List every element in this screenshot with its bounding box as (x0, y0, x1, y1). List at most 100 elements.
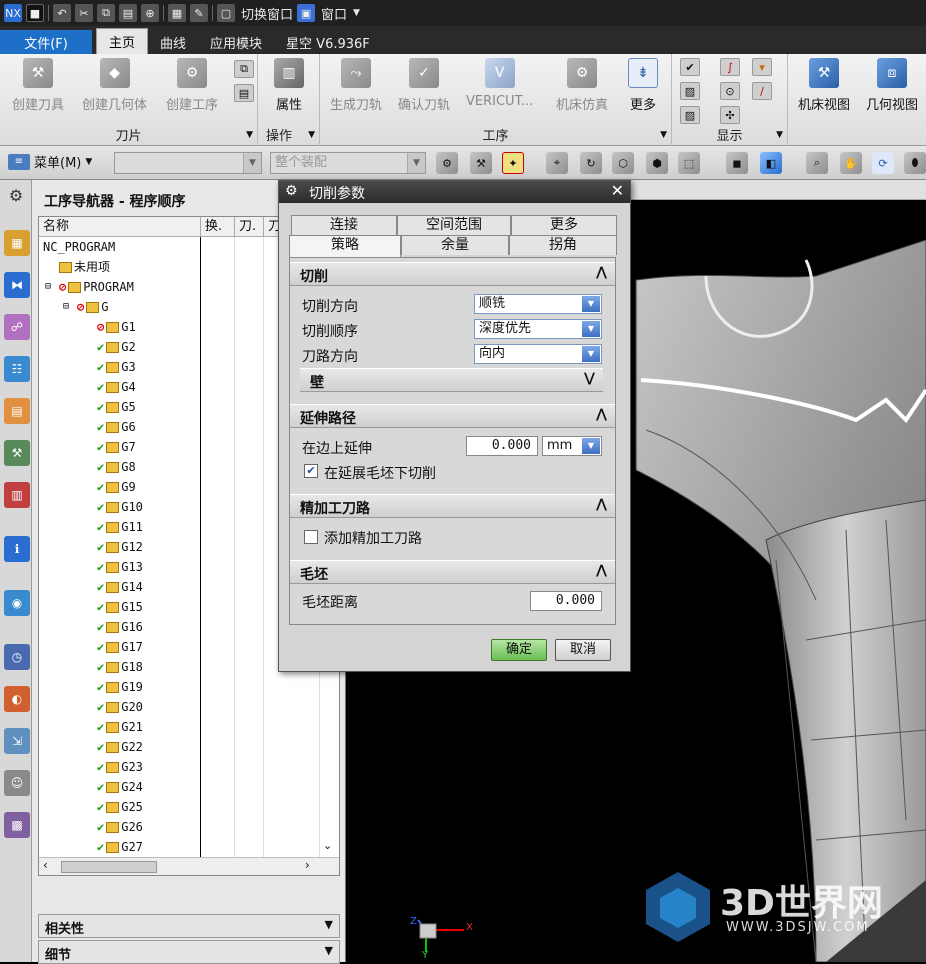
chevron-down-icon[interactable]: ▼ (325, 918, 333, 931)
section-extend-path[interactable]: 延伸路径 ⋀ (290, 404, 615, 428)
rotate-icon[interactable]: ⟳ (872, 152, 894, 174)
chevron-up-icon[interactable]: ⋀ (596, 265, 607, 280)
system-material-icon[interactable]: ▩ (4, 812, 30, 838)
tab-curve[interactable]: 曲线 (148, 30, 198, 54)
history-icon[interactable]: ◷ (4, 644, 30, 670)
tab-connections[interactable]: 连接 (291, 215, 397, 235)
touch-mode-icon[interactable]: ✎ (190, 4, 208, 22)
generate-path-button[interactable]: ⤳ 生成刀轨 (330, 58, 382, 113)
switch-window-icon[interactable]: ▢ (217, 4, 235, 22)
cube-wire-icon[interactable]: ⬢ (646, 152, 668, 174)
assembly-scope-combo[interactable]: 整个装配 ▼ (270, 152, 426, 174)
create-operation-button[interactable]: ⚙ 创建工序 (166, 58, 218, 113)
nx-logo-icon[interactable]: NX (4, 4, 22, 22)
chevron-up-icon[interactable]: ⋀ (596, 563, 607, 578)
tab-applications[interactable]: 应用模块 (198, 30, 274, 54)
tab-file[interactable]: 文件(F) (0, 30, 92, 54)
chevron-left-icon[interactable]: ‹ (43, 858, 48, 872)
cut-under-blank-checkbox[interactable]: ✔ (304, 464, 318, 478)
assembly-nav-icon[interactable]: ▦ (4, 230, 30, 256)
curve-snap-icon[interactable]: ↻ (580, 152, 602, 174)
pan-icon[interactable]: ✋ (840, 152, 862, 174)
cancel-button[interactable]: 取消 (555, 639, 611, 661)
snap-filter-icon[interactable]: ✦ (502, 152, 524, 174)
gear-icon[interactable]: ⚙ (285, 183, 298, 199)
stop-icon[interactable]: ■ (26, 4, 44, 22)
details-panel[interactable]: 细节 ▼ (38, 940, 340, 964)
chevron-down-icon[interactable]: ▼ (246, 130, 253, 140)
table-row[interactable]: ✔ G22 (39, 737, 339, 757)
zoom-icon[interactable]: ⌕ (806, 152, 828, 174)
dialog-titlebar[interactable]: ⚙ 切削参数 ✕ (279, 181, 630, 203)
column-tool[interactable]: 刀. (235, 217, 264, 236)
table-row[interactable]: ✔ G26 (39, 817, 339, 837)
select-feature-icon[interactable]: ⚙ (436, 152, 458, 174)
menu-button[interactable]: ≡ 菜单(M) ▼ (8, 152, 92, 171)
tab-corners[interactable]: 拐角 (509, 235, 617, 255)
properties-button[interactable]: ▥ 属性 (274, 58, 304, 113)
section-finish-pass[interactable]: 精加工刀路 ⋀ (290, 494, 615, 518)
tool-display-icon[interactable]: ▾ (752, 58, 772, 76)
cut-order-select[interactable]: 深度优先 ▼ (474, 319, 602, 339)
hexagon-icon[interactable]: ⬡ (612, 152, 634, 174)
more-button[interactable]: ⇟ 更多 (628, 58, 658, 113)
machine-nav-icon[interactable]: ▤ (4, 398, 30, 424)
chevron-down-icon[interactable]: ⋁ (584, 371, 595, 386)
tab-more[interactable]: 更多 (511, 215, 617, 235)
tool-library-icon[interactable]: ⚒ (4, 440, 30, 466)
display-path-icon[interactable]: ✔ (680, 58, 700, 76)
layer-icon[interactable]: ▦ (168, 4, 186, 22)
extend-edge-input[interactable]: 0.000 (466, 436, 538, 456)
gear-icon[interactable]: ⚙ (3, 182, 29, 208)
copy-tool-icon[interactable]: ⧉ (234, 60, 254, 78)
chevron-down-icon[interactable]: ▼ (308, 130, 315, 140)
solid-icon[interactable]: ◼ (726, 152, 748, 174)
tab-strategy[interactable]: 策略 (289, 235, 401, 257)
table-row[interactable]: ✔ G20 (39, 697, 339, 717)
subsection-wall[interactable]: 壁 ⋁ (300, 368, 603, 392)
type-filter-combo[interactable]: ▼ (114, 152, 262, 174)
dependencies-panel[interactable]: 相关性 ▼ (38, 914, 340, 938)
reuse-library-icon[interactable]: ▥ (4, 482, 30, 508)
web-browser-icon[interactable]: ◉ (4, 590, 30, 616)
chevron-up-icon[interactable]: ⋀ (596, 497, 607, 512)
close-icon[interactable]: ✕ (611, 181, 624, 200)
operation-nav-icon[interactable]: ☷ (4, 356, 30, 382)
add-finish-checkbox[interactable] (304, 530, 318, 544)
process-studio-icon[interactable]: ⇲ (4, 728, 30, 754)
window-menu-label[interactable]: 窗口 (321, 4, 347, 23)
horizontal-scrollbar[interactable]: ‹ › (39, 857, 339, 875)
extend-edge-unit-select[interactable]: mm ▼ (542, 436, 602, 456)
snap-point-icon[interactable]: ⌖ (546, 152, 568, 174)
verify-path-button[interactable]: ✓ 确认刀轨 (398, 58, 450, 113)
chevron-down-icon[interactable]: ▼ (660, 130, 667, 140)
role-icon[interactable]: ☺ (4, 770, 30, 796)
scroll-thumb[interactable] (61, 861, 157, 873)
table-row[interactable]: ✔ G23 (39, 757, 339, 777)
create-geometry-button[interactable]: ◆ 创建几何体 (82, 58, 147, 113)
copy-icon[interactable]: ⧉ (97, 4, 115, 22)
section-blank[interactable]: 毛坯 ⋀ (290, 560, 615, 584)
tab-stock[interactable]: 余量 (401, 235, 509, 255)
vericut-button[interactable]: V VERICUT... (466, 58, 533, 109)
select-tool-icon[interactable]: ⚒ (470, 152, 492, 174)
ok-button[interactable]: 确定 (491, 639, 547, 661)
column-name[interactable]: 名称 (39, 217, 201, 236)
transform-icon[interactable]: ⊕ (141, 4, 159, 22)
eraser-icon[interactable]: ⬮ (904, 152, 926, 174)
display-blank-icon[interactable]: ▨ (680, 82, 700, 100)
curve-icon[interactable]: ∫ (720, 58, 740, 76)
cut-icon[interactable]: ✂ (75, 4, 93, 22)
geometry-view-button[interactable]: ⧈ 几何视图 (866, 58, 918, 113)
table-row[interactable]: ✔ G27 (39, 837, 339, 857)
part-nav-icon[interactable]: ☍ (4, 314, 30, 340)
table-row[interactable]: ✔ G21 (39, 717, 339, 737)
line-icon[interactable]: / (752, 82, 772, 100)
paste-icon[interactable]: ▤ (119, 4, 137, 22)
tab-home[interactable]: 主页 (96, 28, 149, 54)
path-direction-select[interactable]: 向内 ▼ (474, 344, 602, 364)
chevron-right-icon[interactable]: › (305, 858, 310, 872)
window-icon[interactable]: ▣ (297, 4, 316, 22)
collapse-icon[interactable]: ⊟ (63, 297, 69, 317)
machine-sim-button[interactable]: ⚙ 机床仿真 (556, 58, 608, 113)
